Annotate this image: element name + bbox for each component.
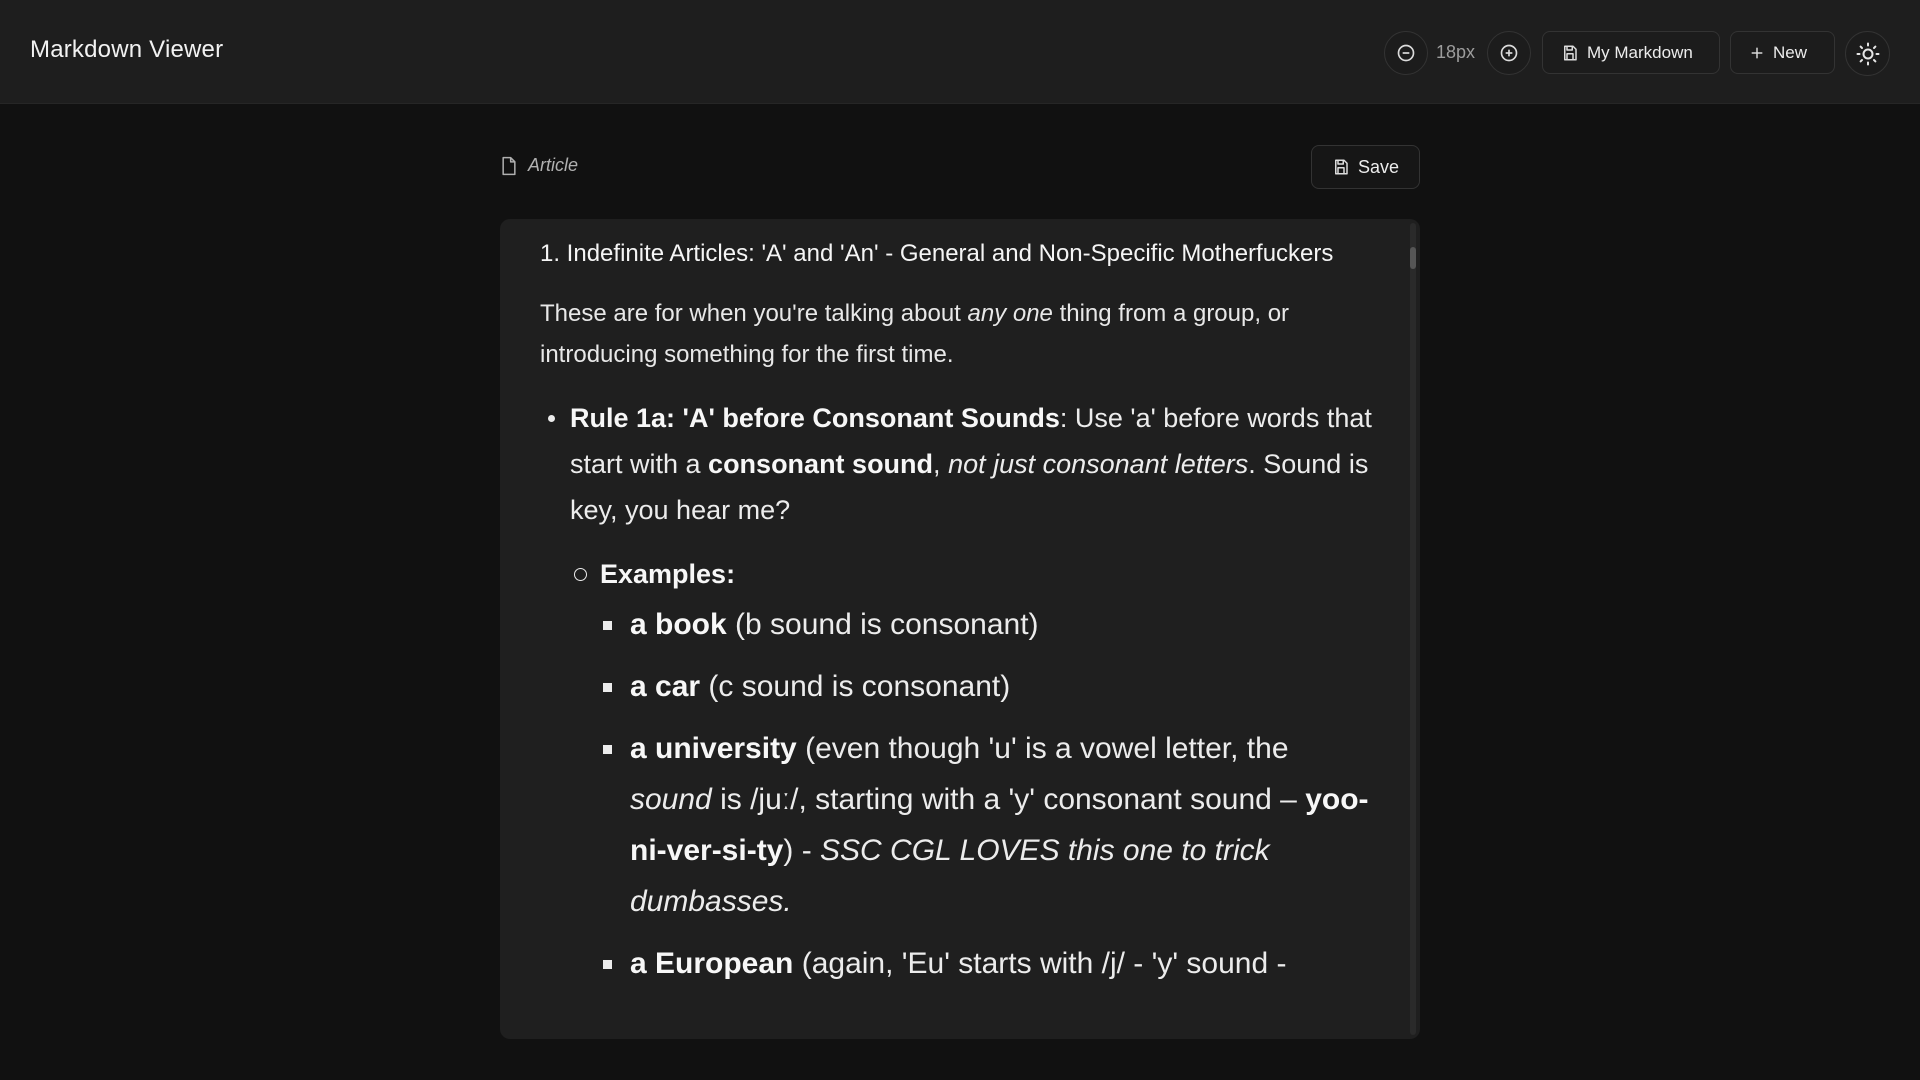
document-toolbar: Article Save <box>500 145 1420 189</box>
my-markdown-button[interactable]: My Markdown <box>1542 31 1720 74</box>
list-item: Examples: a book (b sound is consonant) … <box>570 551 1376 989</box>
zoom-out-button[interactable] <box>1384 31 1428 75</box>
new-button[interactable]: New <box>1730 31 1835 74</box>
plus-circle-icon <box>1499 43 1519 63</box>
markdown-body: 1. Indefinite Articles: 'A' and 'An' - G… <box>540 233 1376 1000</box>
text: ) - <box>783 834 821 867</box>
text: is /juː/, starting with a 'y' consonant … <box>711 783 1306 816</box>
save-icon <box>1561 44 1579 62</box>
emphasis: sound <box>630 783 712 816</box>
list-item: a university (even though 'u' is a vowel… <box>600 723 1376 927</box>
text: (c sound is consonant) <box>700 670 1011 703</box>
strong-text: a university <box>630 732 797 765</box>
document-name: Article <box>500 155 578 176</box>
intro-paragraph: These are for when you're talking about … <box>540 293 1376 375</box>
strong-text: a European <box>630 947 794 980</box>
sun-icon <box>1856 42 1880 66</box>
scrollbar-track[interactable] <box>1410 223 1416 1035</box>
save-button[interactable]: Save <box>1310 145 1420 189</box>
rule-title: Rule 1a: 'A' before Consonant Sounds <box>570 403 1060 433</box>
document-name-label: Article <box>528 155 579 175</box>
minus-circle-icon <box>1396 43 1416 63</box>
text: (again, 'Eu' starts with /j/ - 'y' sound… <box>793 947 1287 980</box>
example-items: a book (b sound is consonant) a car (c s… <box>600 599 1376 989</box>
new-label: New <box>1773 42 1808 62</box>
examples-label: Examples: <box>600 559 736 589</box>
my-markdown-label: My Markdown <box>1587 42 1693 62</box>
rules-list: Rule 1a: 'A' before Consonant Sounds: Us… <box>540 395 1376 989</box>
list-item: a car (c sound is consonant) <box>600 661 1376 712</box>
save-label: Save <box>1357 156 1399 177</box>
font-size-label: 18px <box>1436 42 1476 62</box>
app-title: Markdown Viewer <box>30 36 224 63</box>
text: These are for when you're talking about <box>540 300 968 327</box>
zoom-in-button[interactable] <box>1487 31 1531 75</box>
emphasis: not just consonant letters <box>948 449 1249 479</box>
text: (b sound is consonant) <box>726 608 1039 641</box>
strong-text: a car <box>630 670 701 703</box>
section-heading: 1. Indefinite Articles: 'A' and 'An' - G… <box>540 240 1334 267</box>
scrollbar-thumb[interactable] <box>1410 247 1416 269</box>
strong-text: a book <box>630 608 727 641</box>
text: (even though 'u' is a vowel letter, the <box>796 732 1289 765</box>
top-bar: Markdown Viewer 18px My Markdown New <box>0 0 1920 104</box>
emphasis: any one <box>967 300 1053 327</box>
file-icon <box>500 156 518 176</box>
theme-toggle-button[interactable] <box>1845 31 1890 76</box>
text: , <box>933 449 949 479</box>
plus-icon <box>1749 45 1765 61</box>
list-item: Rule 1a: 'A' before Consonant Sounds: Us… <box>540 395 1376 989</box>
strong-text: consonant sound <box>708 449 934 479</box>
list-item: a European (again, 'Eu' starts with /j/ … <box>600 938 1376 989</box>
save-icon <box>1332 158 1350 176</box>
examples-list: Examples: a book (b sound is consonant) … <box>570 551 1376 989</box>
list-item: a book (b sound is consonant) <box>600 599 1376 650</box>
markdown-preview[interactable]: 1. Indefinite Articles: 'A' and 'An' - G… <box>500 219 1420 1039</box>
